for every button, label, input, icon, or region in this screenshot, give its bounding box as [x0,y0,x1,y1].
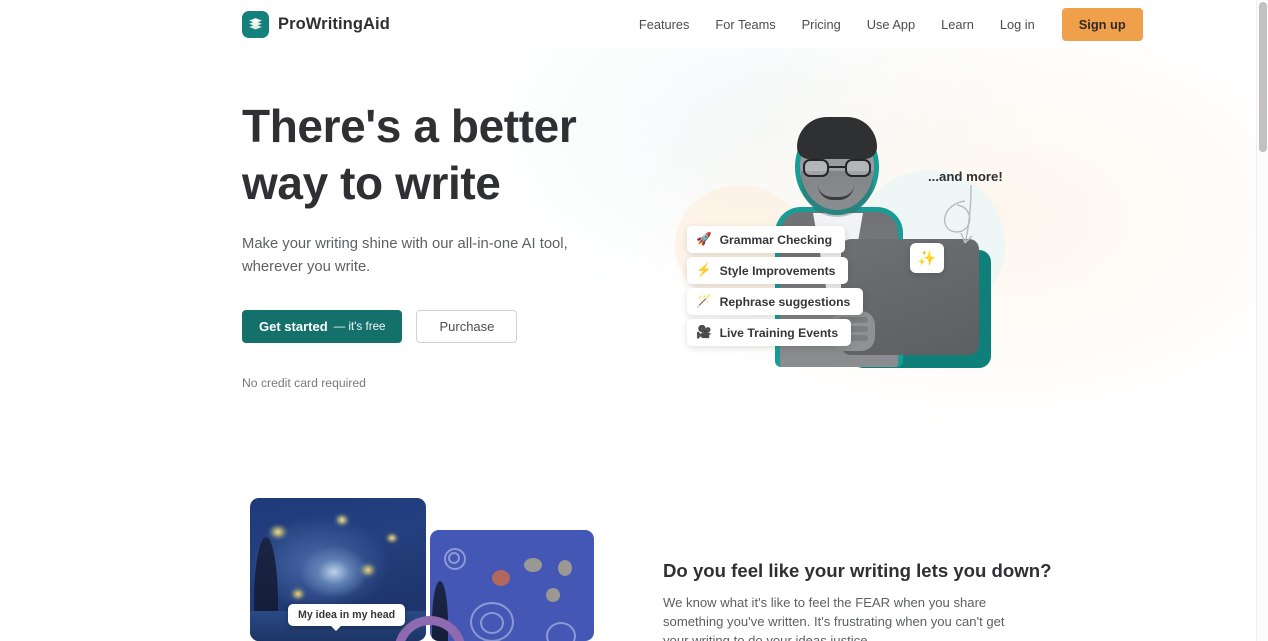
lower-section-paragraph: We know what it's like to feel the FEAR … [663,595,1005,641]
scrollbar-thumb[interactable] [1259,2,1267,152]
feature-chip-label: Style Improvements [719,263,836,278]
page-scrollbar[interactable] [1256,0,1268,641]
get-started-label: Get started [259,319,328,334]
lightning-icon: ⚡ [696,263,712,278]
feature-chip-label: Grammar Checking [719,232,833,247]
artwork-comparison: My idea in my head [242,490,632,641]
no-credit-card-note: No credit card required [242,376,366,390]
feature-chip-style-improvements: ⚡ Style Improvements [687,257,849,284]
get-started-button[interactable]: Get started — it's free [242,310,403,343]
feature-chip-label: Live Training Events [719,325,839,340]
feature-chip-list: 🚀 Grammar Checking ⚡ Style Improvements … [687,226,864,350]
nav-item-use-app[interactable]: Use App [854,11,928,38]
and-more-label: ...and more! [928,169,1003,184]
artwork-tooltip: My idea in my head [288,604,406,631]
nav-item-log-in[interactable]: Log in [987,11,1048,38]
nav-item-learn[interactable]: Learn [928,11,987,38]
landing-page: ProWritingAid Features For Teams Pricing… [0,0,1268,641]
video-camera-icon: 🎥 [696,325,712,340]
hero-illustration: ✨ 🚀 Grammar Checking ⚡ Style Improvement… [655,95,1035,395]
purchase-button[interactable]: Purchase [416,310,518,343]
feature-chip-grammar-checking: 🚀 Grammar Checking [687,226,846,253]
hero-title-line-2: way to write [242,157,501,209]
lower-section-copy: Do you feel like your writing lets you d… [663,560,1052,641]
nav-item-for-teams[interactable]: For Teams [702,11,788,38]
nav-item-features[interactable]: Features [626,11,703,38]
book-check-logo-icon [242,10,269,38]
lower-section-title: Do you feel like your writing lets you d… [663,560,1052,581]
hero-title-line-1: There's a better [242,100,577,152]
brand-name: ProWritingAid [278,14,390,33]
nav-item-pricing[interactable]: Pricing [789,11,854,38]
main-navigation: Features For Teams Pricing Use App Learn… [626,7,1143,41]
glasses-icon [803,159,871,177]
person-hair [797,117,877,159]
rocket-icon: 🚀 [696,232,712,247]
hero-subtitle: Make your writing shine with our all-in-… [242,236,568,275]
feature-chip-label: Rephrase suggestions [719,294,851,309]
brand-logo[interactable]: ProWritingAid [242,10,390,38]
magic-wand-icon: 🪄 [696,294,712,309]
flat-artwork-panel [430,530,594,641]
hero-actions: Get started — it's free Purchase [242,310,632,343]
hero-copy: There's a better way to write Make your … [242,98,632,390]
sparkle-badge-icon: ✨ [910,243,944,273]
site-header: ProWritingAid Features For Teams Pricing… [0,0,1256,48]
sign-up-button[interactable]: Sign up [1061,7,1143,41]
feature-chip-rephrase-suggestions: 🪄 Rephrase suggestions [687,288,864,315]
get-started-free-suffix: — it's free [333,320,386,333]
page-title: There's a better way to write [242,98,632,212]
feature-chip-live-training-events: 🎥 Live Training Events [687,319,852,346]
